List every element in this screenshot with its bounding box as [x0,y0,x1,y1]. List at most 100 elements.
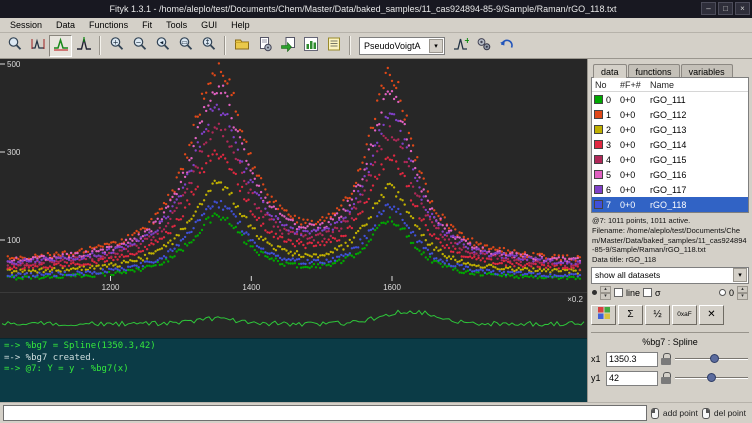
close-button[interactable]: × [735,2,750,15]
dataset-color-swatch[interactable] [594,125,603,134]
dataset-filter-dropdown[interactable]: show all datasets ▾ [591,267,749,284]
dataset-number: 2 [606,125,620,135]
add-function-button[interactable]: + [449,35,472,57]
table-row[interactable]: 10+0rGO_112 [592,107,748,122]
shift-spinner[interactable]: ▴▾ [737,286,748,300]
dataset-color-swatch[interactable] [594,185,603,194]
line-checkbox[interactable] [614,288,623,297]
menu-gui[interactable]: GUI [194,19,224,31]
maximize-button[interactable]: □ [718,2,733,15]
menu-functions[interactable]: Functions [82,19,135,31]
menu-session[interactable]: Session [3,19,49,31]
table-row[interactable]: 50+0rGO_116 [592,167,748,182]
dataset-color-swatch[interactable] [594,140,603,149]
param-row-x1: x1 [591,350,749,369]
zoom-out-button[interactable]: − [128,35,151,57]
tab-data[interactable]: data [593,64,627,78]
output-console[interactable]: =-> %bg7 = Spline(1350.3,42)=-> %bg7 cre… [0,338,587,402]
chevron-down-icon[interactable]: ▾ [429,39,443,53]
table-row[interactable]: 20+0rGO_113 [592,122,748,137]
fityk-window: Fityk 1.3.1 - /home/aleplo/test/Document… [0,0,752,423]
table-row[interactable]: 70+0rGO_118 [592,197,748,212]
main-plot[interactable]: 120014001600500300100 [0,59,587,292]
undo-fit-button[interactable] [495,35,518,57]
mode-zoom-button[interactable] [3,35,26,57]
tab-variables[interactable]: variables [681,64,733,78]
table-row[interactable]: 00+0rGO_111 [592,92,748,107]
slider-thumb[interactable] [710,354,719,363]
chevron-down-icon[interactable]: ▾ [733,268,747,282]
param-label: y1 [591,373,603,383]
run-fit-button[interactable] [472,35,495,57]
hex-view-button[interactable]: 0xaF [672,305,697,325]
dataset-colors-button[interactable] [591,305,616,325]
gears-icon [476,36,492,55]
y1-slider[interactable] [674,371,749,385]
draw-style-row: ▴▾ line σ 0 ▴▾ [591,284,749,302]
menu-data[interactable]: Data [49,19,82,31]
undo-icon [499,36,515,55]
param-label: x1 [591,354,603,364]
dataset-color-swatch[interactable] [594,110,603,119]
sigma-checkbox[interactable] [643,288,652,297]
title-bar[interactable]: Fityk 1.3.1 - /home/aleplo/test/Document… [0,0,752,18]
y1-input[interactable] [606,371,658,386]
function-params: x1 y1 [591,350,749,388]
table-row[interactable]: 60+0rGO_117 [592,182,748,197]
table-row[interactable]: 40+0rGO_115 [592,152,748,167]
function-panel-title: %bg7 : Spline [591,332,749,350]
svg-text:1200: 1200 [102,283,120,292]
table-row[interactable]: 30+0rGO_114 [592,137,748,152]
menu-help[interactable]: Help [224,19,257,31]
lock-icon[interactable] [661,353,671,365]
svg-text:100: 100 [7,236,21,245]
session-log-button[interactable] [322,35,345,57]
point-size-spinner[interactable]: ▴▾ [600,286,611,300]
export-data-button[interactable] [276,35,299,57]
slider-thumb[interactable] [707,373,716,382]
lock-icon[interactable] [661,372,671,384]
main-content: 120014001600500300100 ×0.2 =-> %bg7 = Sp… [0,59,752,402]
svg-text:500: 500 [7,60,21,69]
previous-zoom-button[interactable]: ◂ [151,35,174,57]
dataset-number: 7 [606,200,620,210]
menu-tools[interactable]: Tools [159,19,194,31]
dataset-func-count: 0+0 [620,140,650,150]
svg-text:▭: ▭ [181,39,188,47]
zoom-in-button[interactable]: + [105,35,128,57]
command-input[interactable] [3,405,647,421]
info-line: Data title: rGO_118 [592,255,748,265]
x1-input[interactable] [606,352,658,367]
show-sum-button[interactable]: Σ [618,305,643,325]
menu-fit[interactable]: Fit [135,19,159,31]
open-data-button[interactable] [230,35,253,57]
dataset-color-swatch[interactable] [594,170,603,179]
function-type-dropdown[interactable]: PseudoVoigtA▾ [359,37,445,55]
mode-data-range-button[interactable] [26,35,49,57]
execute-script-button[interactable] [253,35,276,57]
aux-plot[interactable]: ×0.2 [0,292,587,338]
dataset-func-count: 0+0 [620,110,650,120]
zoom-vertical-button[interactable]: ↕ [197,35,220,57]
normalize-button[interactable]: ½ [645,305,670,325]
dataset-name: rGO_115 [650,155,748,165]
mode-baseline-button[interactable] [49,35,72,57]
plot-config-button[interactable] [299,35,322,57]
tab-functions[interactable]: functions [628,64,680,78]
minimize-button[interactable]: – [701,2,716,15]
chart-icon [303,36,319,55]
delete-dataset-button[interactable]: ✕ [699,305,724,325]
dataset-name: rGO_112 [650,110,748,120]
aux-scale-label: ×0.2 [567,295,583,304]
sidebar-tabs: datafunctionsvariables [591,61,749,78]
dataset-color-swatch[interactable] [594,155,603,164]
mode-add-peak-button[interactable] [72,35,95,57]
export-icon [280,36,296,55]
x1-slider[interactable] [674,352,749,366]
dataset-info: @7: 1011 points, 1011 active.Filename: /… [591,213,749,267]
info-line: Filename: /home/aleplo/test/Documents/Ch… [592,226,748,255]
dataset-color-swatch[interactable] [594,95,603,104]
mouse-left-icon [651,408,659,419]
zoom-all-button[interactable]: ▭ [174,35,197,57]
dataset-color-swatch[interactable] [594,200,603,209]
